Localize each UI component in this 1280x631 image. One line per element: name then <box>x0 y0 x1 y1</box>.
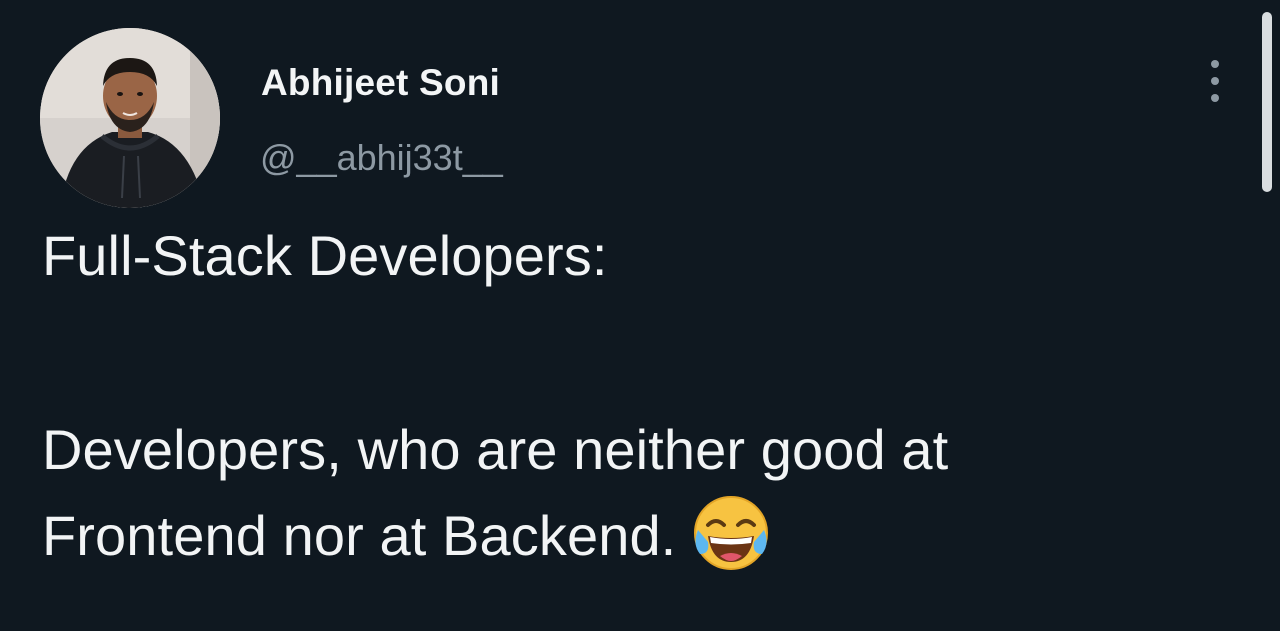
scrollbar[interactable] <box>1262 12 1272 192</box>
author-display-name[interactable]: Abhijeet Soni <box>261 62 500 104</box>
more-options-icon <box>1211 77 1219 85</box>
more-options-icon <box>1211 94 1219 102</box>
tweet-text-line: Full-Stack Developers: <box>42 224 608 287</box>
author-handle[interactable]: @__abhij33t__ <box>260 137 503 179</box>
tweet-text-line: Frontend nor at Backend. <box>42 504 677 567</box>
profile-photo-avatar-icon <box>40 28 220 208</box>
tweet-card: Abhijeet Soni @__abhij33t__ Full-Stack D… <box>0 0 1280 631</box>
tweet-text-line: Developers, who are neither good at <box>42 418 949 481</box>
face-with-tears-of-joy-icon <box>694 496 769 571</box>
avatar[interactable] <box>40 28 220 208</box>
tweet-text-last-line: Frontend nor at Backend. <box>42 496 772 574</box>
more-options-button[interactable] <box>1200 56 1230 106</box>
more-options-icon <box>1211 60 1219 68</box>
